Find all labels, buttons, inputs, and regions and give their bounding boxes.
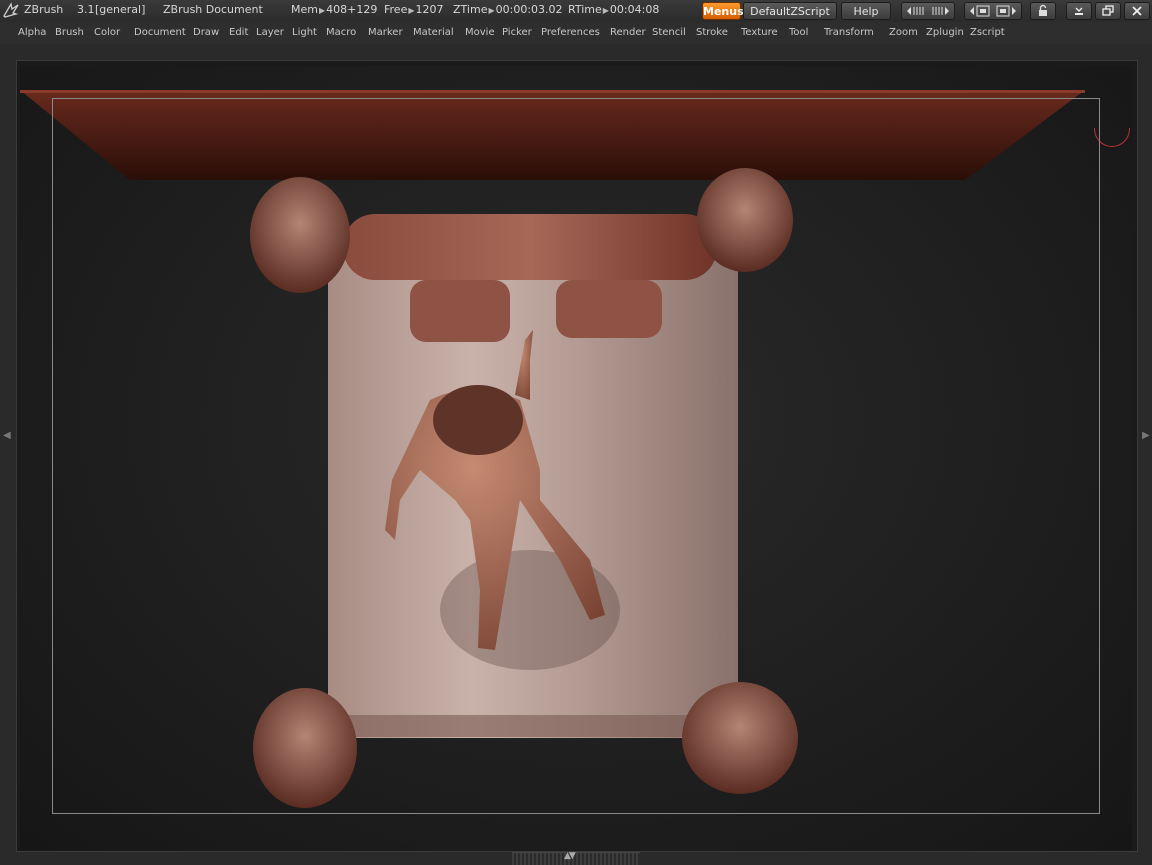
mem-value: 408+129 <box>326 3 378 16</box>
right-tray-arrow-icon[interactable]: ▶ <box>1142 430 1150 441</box>
title-bar: ZBrush 3.1 [general] ZBrush Document Mem… <box>0 0 1152 22</box>
menu-movie[interactable]: Movie <box>465 22 495 44</box>
bottom-tray-handle[interactable]: ▲▼ <box>512 851 640 865</box>
menu-draw[interactable]: Draw <box>193 22 219 44</box>
free-stat: Free▶1207 <box>384 1 444 20</box>
menu-brush[interactable]: Brush <box>55 22 84 44</box>
arrow-right-icon: ▶ <box>488 6 495 15</box>
help-button[interactable]: Help <box>841 2 891 20</box>
ztime-value: 00:00:03.02 <box>495 3 563 16</box>
menu-render[interactable]: Render <box>610 22 646 44</box>
rtime-label: RTime <box>568 3 602 16</box>
arrow-right-icon: ▶ <box>602 6 609 15</box>
menu-material[interactable]: Material <box>413 22 454 44</box>
close-icon <box>1132 6 1142 16</box>
free-label: Free <box>384 3 408 16</box>
menu-stencil[interactable]: Stencil <box>652 22 686 44</box>
menu-layer[interactable]: Layer <box>256 22 284 44</box>
menu-zscript[interactable]: Zscript <box>970 22 1005 44</box>
menu-zplugin[interactable]: Zplugin <box>926 22 964 44</box>
tray-scroll-button[interactable] <box>901 2 955 20</box>
menu-stroke[interactable]: Stroke <box>696 22 728 44</box>
layout-toggle-button[interactable] <box>964 2 1022 20</box>
restore-button[interactable] <box>1095 2 1121 20</box>
menu-color[interactable]: Color <box>94 22 120 44</box>
lock-icon <box>1039 4 1047 16</box>
mem-label: Mem <box>291 3 318 16</box>
free-value: 1207 <box>415 3 444 16</box>
minimize-icon <box>1075 7 1083 15</box>
menu-alpha[interactable]: Alpha <box>18 22 46 44</box>
tray-scroll-icon <box>907 7 949 15</box>
menu-preferences[interactable]: Preferences <box>541 22 600 44</box>
mem-stat: Mem▶408+129 <box>291 1 377 20</box>
lock-button[interactable] <box>1030 2 1056 20</box>
minimize-button[interactable] <box>1066 2 1092 20</box>
default-zscript-button[interactable]: DefaultZScript <box>743 2 837 20</box>
document-canvas[interactable] <box>20 66 1132 850</box>
tray-toggle-icon: ▲▼ <box>564 851 576 861</box>
menus-button[interactable]: Menus <box>702 2 744 20</box>
menu-light[interactable]: Light <box>292 22 317 44</box>
menu-edit[interactable]: Edit <box>229 22 248 44</box>
left-tray-arrow-icon[interactable]: ◀ <box>3 430 11 441</box>
menu-document[interactable]: Document <box>134 22 186 44</box>
app-name: ZBrush <box>24 3 64 16</box>
close-button[interactable] <box>1124 2 1150 20</box>
ztime-label: ZTime <box>453 3 488 16</box>
menu-marker[interactable]: Marker <box>368 22 403 44</box>
menu-transform[interactable]: Transform <box>824 22 874 44</box>
restore-icon <box>1102 5 1114 16</box>
main-menu-bar: Alpha Brush Color Document Draw Edit Lay… <box>0 22 1152 44</box>
rtime-stat: RTime▶00:04:08 <box>568 1 659 20</box>
ztime-stat: ZTime▶00:00:03.02 <box>453 1 563 20</box>
menu-tool[interactable]: Tool <box>789 22 808 44</box>
rtime-value: 00:04:08 <box>609 3 660 16</box>
arrow-right-icon: ▶ <box>408 6 415 15</box>
menu-macro[interactable]: Macro <box>326 22 356 44</box>
layout-toggle-icon <box>970 5 1016 17</box>
document-name: ZBrush Document <box>163 3 263 16</box>
zbrush-logo-icon <box>3 2 19 18</box>
app-mode: [general] <box>95 3 146 16</box>
render-viewport <box>20 90 1085 808</box>
menu-zoom[interactable]: Zoom <box>889 22 918 44</box>
arrow-right-icon: ▶ <box>318 6 326 15</box>
menu-texture[interactable]: Texture <box>741 22 778 44</box>
app-version: 3.1 <box>77 3 95 16</box>
menu-picker[interactable]: Picker <box>502 22 532 44</box>
